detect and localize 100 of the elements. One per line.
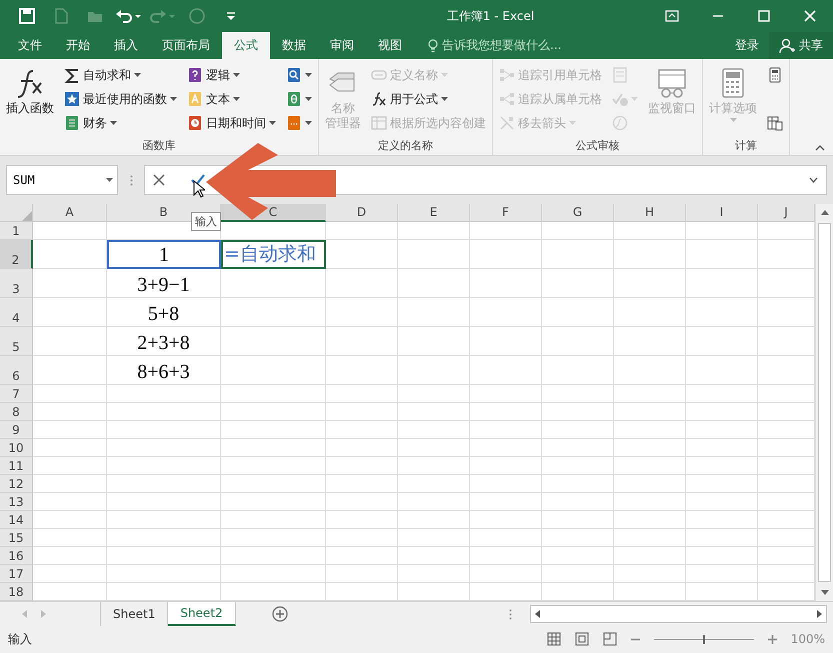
normal-view-icon[interactable] <box>546 632 561 646</box>
table-cell[interactable] <box>614 529 686 548</box>
column-header[interactable]: H <box>614 204 686 222</box>
table-cell[interactable] <box>542 439 614 458</box>
scroll-thumb[interactable] <box>818 223 831 582</box>
table-cell[interactable] <box>107 403 221 422</box>
name-box[interactable]: SUM <box>6 165 118 196</box>
table-cell[interactable] <box>686 565 758 584</box>
table-cell[interactable] <box>33 269 107 298</box>
table-cell[interactable] <box>33 565 107 584</box>
row-header[interactable]: 14 <box>0 511 33 530</box>
row-header[interactable]: 6 <box>0 356 33 386</box>
table-cell[interactable] <box>33 298 107 328</box>
table-cell[interactable] <box>221 385 326 404</box>
table-cell[interactable] <box>326 385 398 404</box>
table-cell[interactable] <box>686 240 758 270</box>
table-cell[interactable] <box>221 356 326 386</box>
column-header[interactable]: F <box>470 204 542 222</box>
table-cell[interactable] <box>107 493 221 512</box>
zoom-slider[interactable] <box>654 634 754 644</box>
table-cell[interactable] <box>470 457 542 476</box>
table-cell[interactable] <box>33 421 107 440</box>
table-cell[interactable] <box>33 403 107 422</box>
table-cell[interactable]: 3+9−1 <box>107 269 221 298</box>
table-cell[interactable] <box>107 457 221 476</box>
table-cell[interactable] <box>326 475 398 494</box>
table-cell[interactable] <box>542 547 614 566</box>
table-cell[interactable] <box>470 327 542 356</box>
column-header[interactable]: G <box>542 204 614 222</box>
horizontal-scrollbar[interactable] <box>530 605 827 624</box>
column-header[interactable]: E <box>398 204 470 222</box>
table-cell[interactable] <box>398 222 470 240</box>
table-cell[interactable] <box>614 327 686 356</box>
table-cell[interactable] <box>326 547 398 566</box>
table-cell[interactable] <box>542 240 614 270</box>
ribbon-button[interactable]: 插入函数 <box>4 65 56 118</box>
table-cell[interactable] <box>221 222 326 240</box>
table-cell[interactable] <box>326 439 398 458</box>
ribbon-button[interactable]: 自动求和 <box>62 65 179 86</box>
table-cell[interactable] <box>221 269 326 298</box>
tell-me-field[interactable]: 告诉我您想要做什么... <box>442 37 562 54</box>
table-cell[interactable] <box>326 269 398 298</box>
table-cell[interactable] <box>542 511 614 530</box>
table-cell[interactable] <box>398 385 470 404</box>
table-cell[interactable] <box>398 475 470 494</box>
row-header[interactable]: 3 <box>0 269 33 298</box>
table-cell[interactable] <box>326 457 398 476</box>
ribbon-button[interactable]: 文本 <box>185 89 278 110</box>
table-cell[interactable] <box>326 493 398 512</box>
table-cell[interactable] <box>107 475 221 494</box>
table-cell[interactable] <box>221 511 326 530</box>
row-header[interactable]: 10 <box>0 439 33 458</box>
menu-tab[interactable]: 插入 <box>102 32 150 60</box>
table-cell[interactable] <box>470 269 542 298</box>
table-cell[interactable] <box>221 439 326 458</box>
ribbon-button[interactable]: 逻辑 <box>185 65 278 86</box>
table-cell[interactable] <box>686 356 758 386</box>
table-cell[interactable] <box>542 493 614 512</box>
table-cell[interactable] <box>398 565 470 584</box>
table-cell[interactable] <box>614 475 686 494</box>
table-cell[interactable] <box>398 457 470 476</box>
ribbon-button[interactable]: 用于公式 <box>369 89 488 110</box>
table-cell[interactable] <box>614 269 686 298</box>
table-cell[interactable] <box>33 356 107 386</box>
table-cell[interactable] <box>614 298 686 328</box>
table-cell[interactable] <box>614 565 686 584</box>
table-cell[interactable]: 8+6+3 <box>107 356 221 386</box>
row-header[interactable]: 2 <box>0 240 33 270</box>
page-break-icon[interactable] <box>602 632 617 646</box>
table-cell[interactable] <box>614 421 686 440</box>
row-header[interactable]: 13 <box>0 493 33 512</box>
table-cell[interactable] <box>398 511 470 530</box>
table-cell[interactable] <box>542 529 614 548</box>
table-cell[interactable] <box>614 439 686 458</box>
menu-tab[interactable]: 页面布局 <box>150 32 222 60</box>
table-cell[interactable] <box>686 547 758 566</box>
table-cell[interactable] <box>686 493 758 512</box>
table-cell[interactable] <box>221 547 326 566</box>
table-cell[interactable] <box>686 475 758 494</box>
row-header[interactable]: 16 <box>0 547 33 566</box>
table-cell[interactable] <box>33 457 107 476</box>
table-cell[interactable] <box>398 403 470 422</box>
left-arrow-icon[interactable] <box>22 610 27 618</box>
table-cell[interactable] <box>470 475 542 494</box>
table-cell[interactable] <box>398 529 470 548</box>
vertical-scrollbar[interactable] <box>815 204 833 602</box>
ribbon-button[interactable]: 最近使用的函数 <box>62 89 179 110</box>
table-cell[interactable] <box>542 475 614 494</box>
table-cell[interactable] <box>470 511 542 530</box>
table-cell[interactable] <box>107 439 221 458</box>
table-cell[interactable] <box>686 385 758 404</box>
table-cell[interactable] <box>686 421 758 440</box>
table-cell[interactable] <box>470 565 542 584</box>
table-cell[interactable] <box>221 298 326 328</box>
ribbon-button[interactable]: 日期和时间 <box>185 113 278 134</box>
table-cell[interactable] <box>33 529 107 548</box>
table-cell[interactable] <box>33 327 107 356</box>
menu-tab[interactable]: 公式 <box>222 32 270 60</box>
table-cell[interactable] <box>614 547 686 566</box>
table-cell[interactable]: 1 <box>107 240 221 270</box>
